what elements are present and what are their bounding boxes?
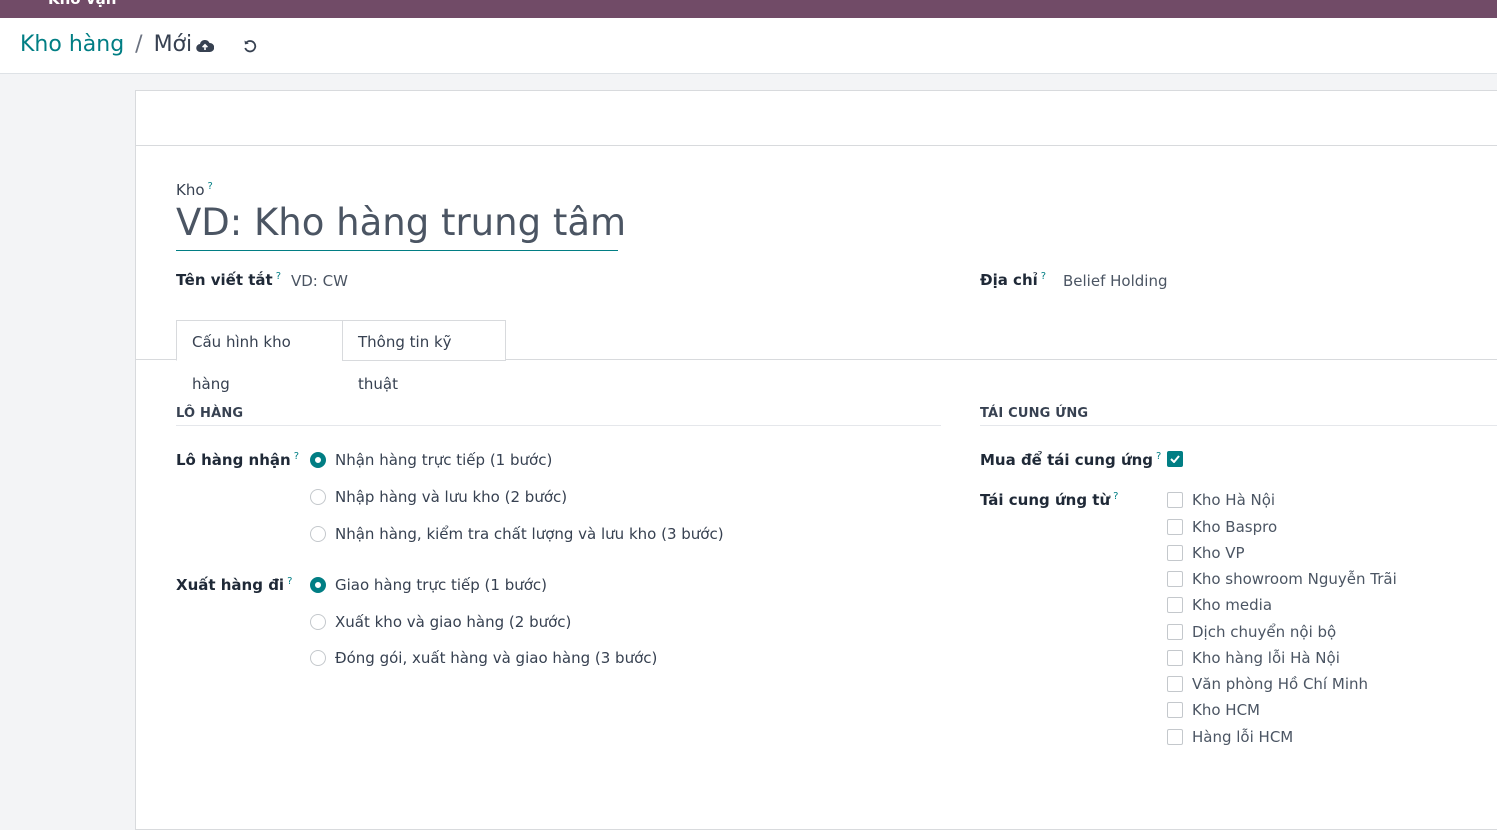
checkbox-label: Kho showroom Nguyễn Trãi <box>1192 570 1397 588</box>
resupply-warehouse-option[interactable]: Kho Hà Nội <box>1167 491 1275 509</box>
radio-selected-icon[interactable] <box>310 452 326 468</box>
checkbox-icon[interactable] <box>1167 597 1183 613</box>
radio-label: Đóng gói, xuất hàng và giao hàng (3 bước… <box>335 649 658 667</box>
resupply-from-label: Tái cung ứng từ? <box>980 491 1119 509</box>
app-name[interactable]: Kho vận <box>48 0 116 8</box>
resupply-warehouse-option[interactable]: Kho VP <box>1167 544 1245 562</box>
resupply-section-title: TÁI CUNG ỨNG <box>980 406 1089 421</box>
short-name-label: Tên viết tắt? <box>176 271 282 289</box>
form-sheet: Kho? VD: Kho hàng trung tâm Tên viết tắt… <box>135 90 1497 830</box>
checkbox-icon[interactable] <box>1167 676 1183 692</box>
warehouse-name-input[interactable]: VD: Kho hàng trung tâm <box>176 201 626 251</box>
checkbox-label: Dịch chuyển nội bộ <box>1192 623 1337 641</box>
outgoing-option-3-steps[interactable]: Đóng gói, xuất hàng và giao hàng (3 bước… <box>310 649 657 667</box>
tab-technical-info[interactable]: Thông tin kỹ thuật <box>342 320 506 393</box>
radio-label: Nhận hàng trực tiếp (1 bước) <box>335 451 553 469</box>
radio-icon[interactable] <box>310 526 326 542</box>
resupply-warehouse-option[interactable]: Kho showroom Nguyễn Trãi <box>1167 570 1397 588</box>
checkbox-icon[interactable] <box>1167 492 1183 508</box>
checkbox-icon[interactable] <box>1167 702 1183 718</box>
help-tooltip-icon[interactable]: ? <box>1156 451 1161 462</box>
breadcrumb-current: Mới <box>153 32 193 57</box>
checkbox-label: Kho media <box>1192 596 1273 614</box>
checkbox-icon[interactable] <box>1167 571 1183 587</box>
checkmark-icon[interactable] <box>1167 451 1183 467</box>
control-panel: Kho hàng / Mới <box>0 18 1497 74</box>
checkbox-label: Văn phòng Hồ Chí Minh <box>1192 675 1368 693</box>
section-divider <box>176 425 941 426</box>
resupply-warehouse-option[interactable]: Dịch chuyển nội bộ <box>1167 623 1336 641</box>
tab-warehouse-config[interactable]: Cấu hình kho hàng <box>176 320 343 393</box>
discard-undo-icon[interactable] <box>240 36 260 56</box>
top-navbar: Kho vận <box>0 0 1497 18</box>
outgoing-shipments-label: Xuất hàng đi? <box>176 576 293 594</box>
buy-to-resupply-label: Mua để tái cung ứng? <box>980 451 1162 469</box>
breadcrumb-separator: / <box>135 32 143 57</box>
incoming-option-1-step[interactable]: Nhận hàng trực tiếp (1 bước) <box>310 451 552 469</box>
resupply-warehouse-option[interactable]: Kho media <box>1167 596 1272 614</box>
radio-icon[interactable] <box>310 489 326 505</box>
checkbox-icon[interactable] <box>1167 519 1183 535</box>
resupply-warehouse-option[interactable]: Kho Baspro <box>1167 518 1277 536</box>
buy-to-resupply-checkbox[interactable] <box>1167 451 1192 467</box>
checkbox-label: Kho VP <box>1192 544 1245 562</box>
radio-icon[interactable] <box>310 650 326 666</box>
checkbox-label: Kho Hà Nội <box>1192 491 1276 509</box>
help-tooltip-icon[interactable]: ? <box>294 451 299 462</box>
radio-label: Giao hàng trực tiếp (1 bước) <box>335 576 548 594</box>
incoming-option-3-steps[interactable]: Nhận hàng, kiểm tra chất lượng và lưu kh… <box>310 525 724 543</box>
breadcrumb: Kho hàng / Mới <box>20 32 192 57</box>
checkbox-label: Kho Baspro <box>1192 518 1278 536</box>
shipments-section-title: LÔ HÀNG <box>176 406 244 421</box>
help-tooltip-icon[interactable]: ? <box>208 181 213 192</box>
resupply-warehouse-option[interactable]: Kho hàng lỗi Hà Nội <box>1167 649 1340 667</box>
radio-label: Nhập hàng và lưu kho (2 bước) <box>335 488 568 506</box>
outgoing-option-2-steps[interactable]: Xuất kho và giao hàng (2 bước) <box>310 613 571 631</box>
checkbox-label: Kho hàng lỗi Hà Nội <box>1192 649 1340 667</box>
warehouse-name-label: Kho? <box>176 181 213 199</box>
radio-selected-icon[interactable] <box>310 577 326 593</box>
checkbox-icon[interactable] <box>1167 729 1183 745</box>
incoming-option-2-steps[interactable]: Nhập hàng và lưu kho (2 bước) <box>310 488 567 506</box>
section-divider <box>980 425 1497 426</box>
resupply-warehouse-option[interactable]: Văn phòng Hồ Chí Minh <box>1167 675 1368 693</box>
resupply-warehouse-option[interactable]: Hàng lỗi HCM <box>1167 728 1293 746</box>
apps-menu-icon[interactable] <box>14 0 32 6</box>
checkbox-label: Hàng lỗi HCM <box>1192 728 1294 746</box>
help-tooltip-icon[interactable]: ? <box>1041 271 1046 282</box>
address-field[interactable]: Belief Holding <box>1063 272 1167 290</box>
checkbox-label: Kho HCM <box>1192 701 1260 719</box>
form-tabs: Cấu hình kho hàng Thông tin kỹ thuật <box>136 320 1497 393</box>
help-tooltip-icon[interactable]: ? <box>276 271 281 282</box>
outgoing-option-1-step[interactable]: Giao hàng trực tiếp (1 bước) <box>310 576 547 594</box>
help-tooltip-icon[interactable]: ? <box>1113 491 1118 502</box>
help-tooltip-icon[interactable]: ? <box>287 576 292 587</box>
breadcrumb-parent-link[interactable]: Kho hàng <box>20 32 124 57</box>
address-label: Địa chỉ? <box>980 271 1047 289</box>
checkbox-icon[interactable] <box>1167 624 1183 640</box>
radio-label: Nhận hàng, kiểm tra chất lượng và lưu kh… <box>335 525 724 543</box>
short-name-input[interactable]: VD: CW <box>291 272 348 290</box>
incoming-shipments-label: Lô hàng nhận? <box>176 451 299 469</box>
checkbox-icon[interactable] <box>1167 650 1183 666</box>
resupply-warehouse-option[interactable]: Kho HCM <box>1167 701 1260 719</box>
checkbox-icon[interactable] <box>1167 545 1183 561</box>
radio-label: Xuất kho và giao hàng (2 bước) <box>335 613 572 631</box>
radio-icon[interactable] <box>310 614 326 630</box>
save-cloud-icon[interactable] <box>195 36 215 56</box>
form-statusbar <box>136 91 1497 146</box>
